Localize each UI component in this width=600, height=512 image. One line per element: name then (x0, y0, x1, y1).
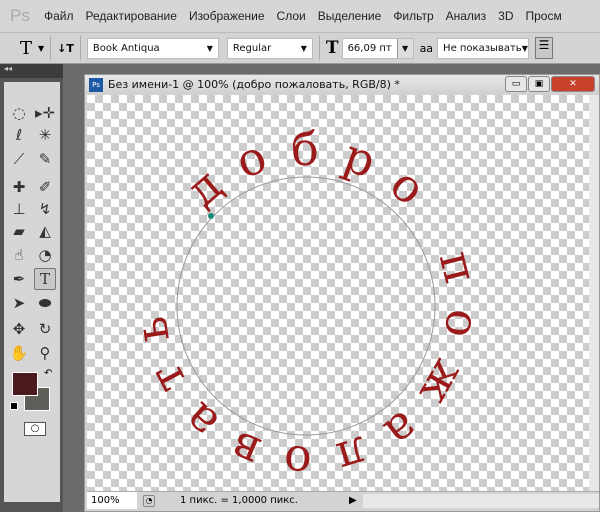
options-bar: T ▼ ↓T Book Antiqua ▼ Regular ▼ T 66,09 пт… (0, 32, 600, 64)
clone-stamp-icon[interactable]: ⊥ (8, 198, 30, 220)
ellipse-tool-icon[interactable]: ⬬ (34, 292, 56, 314)
antialias-value: Не показывать (443, 42, 522, 54)
move-tool-icon[interactable]: ▸✛ (34, 102, 56, 124)
lasso-tool-icon[interactable]: ℓ (8, 124, 30, 146)
crop-tool-icon[interactable]: ⟋ (8, 148, 30, 170)
minimize-button[interactable]: ▭ (505, 76, 527, 92)
blur-tool-icon[interactable]: ☝ (8, 244, 30, 266)
photoshop-logo: Ps (10, 6, 30, 25)
text-orientation-icon[interactable]: ↓T (57, 42, 74, 55)
magic-wand-icon[interactable]: ✳ (34, 124, 56, 146)
tools-panel: ◂◂ ◌ ▸✛ ℓ ✳ ⟋ ✎ ✚ ✐ ⊥ ↯ ▰ ◭ ☝ ◔ ✒ T ➤ ⬬ … (0, 64, 63, 512)
chevron-down-icon: ▼ (521, 43, 528, 53)
quick-mask-icon[interactable]: ○ (24, 422, 46, 436)
font-style-value: Regular (232, 42, 272, 54)
brush-icon[interactable]: ✐ (34, 176, 56, 198)
ps-document-icon: Ps (89, 77, 103, 92)
zoom-level-field[interactable]: 100% (87, 492, 137, 509)
close-button[interactable]: ✕ (551, 76, 595, 92)
3d-rotate-icon[interactable]: ✥ (8, 318, 30, 340)
zoom-tool-icon[interactable]: ⚲ (34, 342, 56, 364)
antialias-select[interactable]: Не показывать ▼ (437, 37, 530, 59)
document-title: Без имени-1 @ 100% (добро пожаловать, RG… (108, 78, 400, 91)
status-bar: 100% ◔ 1 пикс. = 1,0000 пикс. ▶ (87, 491, 599, 509)
type-tool-icon[interactable]: T (34, 268, 56, 290)
chevron-down-icon: ▼ (206, 43, 213, 53)
eraser-icon[interactable]: ▰ (8, 220, 30, 242)
menu-file[interactable]: Файл (44, 9, 74, 23)
3d-orbit-icon[interactable]: ↻ (34, 318, 56, 340)
pen-tool-icon[interactable]: ✒ (8, 268, 30, 290)
menu-3d[interactable]: 3D (498, 9, 513, 23)
menu-filter[interactable]: Фильтр (393, 9, 433, 23)
circle-path (176, 176, 436, 436)
font-family-select[interactable]: Book Antiqua ▼ (86, 37, 219, 59)
status-arrow-icon[interactable]: ▶ (349, 495, 357, 506)
horizontal-scrollbar[interactable] (362, 493, 599, 508)
font-size-value: 66,09 пт (347, 42, 392, 54)
type-tool-preset-icon[interactable]: T (20, 38, 32, 59)
path-start-marker[interactable] (208, 213, 214, 219)
vertical-scrollbar[interactable] (589, 95, 599, 491)
healing-brush-icon[interactable]: ✚ (8, 176, 30, 198)
swap-colors-icon[interactable]: ↶ (44, 368, 52, 379)
document-info: 1 пикс. = 1,0000 пикс. (180, 495, 298, 506)
menu-edit[interactable]: Редактирование (86, 9, 177, 23)
menu-bar: Ps Файл Редактирование Изображение Слои … (0, 0, 600, 32)
history-brush-icon[interactable]: ↯ (34, 198, 56, 220)
marquee-tool-icon[interactable]: ◌ (8, 102, 30, 124)
canvas[interactable]: добро пожаловать (87, 95, 589, 491)
foreground-color-swatch[interactable] (12, 372, 38, 396)
font-style-select[interactable]: Regular ▼ (226, 37, 313, 59)
menu-select[interactable]: Выделение (318, 9, 382, 23)
menu-image[interactable]: Изображение (189, 9, 265, 23)
menu-layers[interactable]: Слои (277, 9, 306, 23)
align-left-button[interactable]: ☰ (535, 37, 554, 59)
document-window: Ps Без имени-1 @ 100% (добро пожаловать,… (84, 74, 600, 512)
menu-view[interactable]: Просм (525, 9, 561, 23)
maximize-button[interactable]: ▣ (528, 76, 550, 92)
font-size-input[interactable]: 66,09 пт ▼ (341, 37, 414, 59)
chevron-down-icon[interactable]: ▼ (396, 38, 413, 58)
status-menu-icon[interactable]: ◔ (143, 494, 155, 507)
default-colors-icon[interactable] (10, 402, 18, 410)
collapse-panel-button[interactable]: ◂◂ (0, 64, 63, 78)
hand-tool-icon[interactable]: ✋ (8, 342, 30, 364)
paint-bucket-icon[interactable]: ◭ (34, 220, 56, 242)
chevron-down-icon[interactable]: ▼ (38, 44, 44, 53)
eyedropper-icon[interactable]: ✎ (34, 148, 56, 170)
canvas-artwork: добро пожаловать (123, 122, 491, 491)
chevron-down-icon: ▼ (300, 43, 307, 53)
antialias-icon: aa (419, 41, 434, 55)
font-size-icon: T (325, 38, 339, 58)
dodge-tool-icon[interactable]: ◔ (34, 244, 56, 266)
menu-analysis[interactable]: Анализ (446, 9, 487, 23)
font-family-value: Book Antiqua (92, 42, 160, 54)
path-selection-icon[interactable]: ➤ (8, 292, 30, 314)
